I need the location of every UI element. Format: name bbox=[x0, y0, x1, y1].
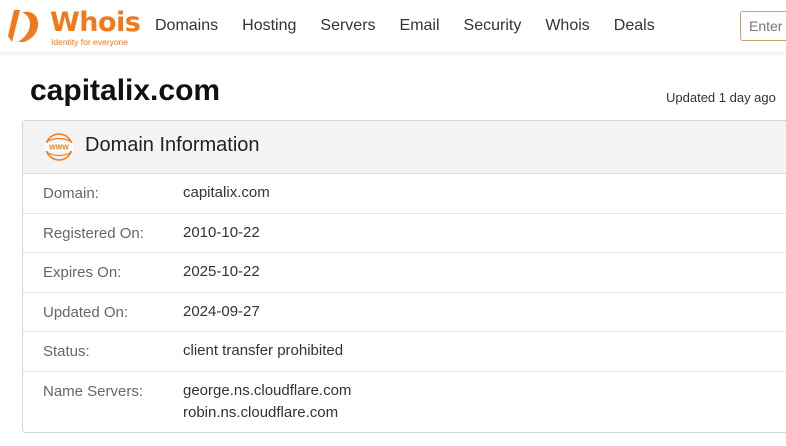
page-title: capitalix.com bbox=[30, 74, 221, 107]
top-navigation-bar: Whois Identity for everyone Domains Host… bbox=[0, 0, 786, 52]
updated-timestamp: Updated 1 day ago bbox=[666, 90, 776, 105]
row-value: 2010-10-22 bbox=[183, 223, 260, 241]
row-value: 2025-10-22 bbox=[183, 263, 260, 280]
row-label: Name Servers: bbox=[43, 382, 144, 400]
whois-logo[interactable]: Whois Identity for everyone bbox=[6, 6, 141, 47]
main-nav: Domains Hosting Servers Email Security W… bbox=[143, 0, 667, 52]
info-row-updated: Updated On: 2024-09-27 bbox=[23, 293, 786, 332]
row-label: Registered On: bbox=[43, 224, 144, 242]
row-value: 2024-09-27 bbox=[183, 302, 260, 320]
nav-item-domains[interactable]: Domains bbox=[155, 17, 218, 35]
row-label: Expires On: bbox=[43, 264, 122, 281]
info-row-expires: Expires On: 2025-10-22 bbox=[23, 253, 786, 293]
logo-wordmark: Whois bbox=[50, 7, 141, 38]
nav-item-email[interactable]: Email bbox=[400, 17, 440, 35]
info-row-domain: Domain: capitalix.com bbox=[23, 174, 786, 214]
name-server-1: george.ns.cloudflare.com bbox=[183, 381, 352, 399]
nav-item-security[interactable]: Security bbox=[464, 17, 522, 35]
www-icon: WWW bbox=[45, 133, 73, 161]
nav-item-servers[interactable]: Servers bbox=[320, 17, 375, 35]
info-row-registered: Registered On: 2010-10-22 bbox=[23, 214, 786, 253]
domain-information-card: WWW Domain Information Domain: capitalix… bbox=[22, 120, 786, 433]
info-row-name-servers: Name Servers: george.ns.cloudflare.com r… bbox=[23, 372, 786, 432]
row-value: client transfer prohibited bbox=[183, 342, 344, 359]
nav-item-whois[interactable]: Whois bbox=[545, 17, 589, 35]
info-row-status: Status: client transfer prohibited bbox=[23, 332, 786, 372]
name-server-list: george.ns.cloudflare.com robin.ns.cloudf… bbox=[183, 380, 351, 424]
logo-mark-icon bbox=[8, 10, 39, 42]
row-label: Status: bbox=[43, 343, 90, 360]
name-server-2: robin.ns.cloudflare.com bbox=[183, 403, 339, 421]
nav-item-deals[interactable]: Deals bbox=[614, 17, 655, 35]
search-input[interactable]: Enter bbox=[740, 11, 786, 41]
row-label: Updated On: bbox=[43, 303, 129, 321]
nav-item-hosting[interactable]: Hosting bbox=[242, 17, 296, 35]
svg-text:WWW: WWW bbox=[49, 145, 69, 152]
row-label: Domain: bbox=[43, 185, 99, 202]
card-title: Domain Information bbox=[85, 134, 260, 156]
row-value: capitalix.com bbox=[183, 184, 270, 201]
card-header: WWW Domain Information bbox=[23, 121, 786, 174]
logo-tagline: Identity for everyone bbox=[51, 37, 129, 47]
